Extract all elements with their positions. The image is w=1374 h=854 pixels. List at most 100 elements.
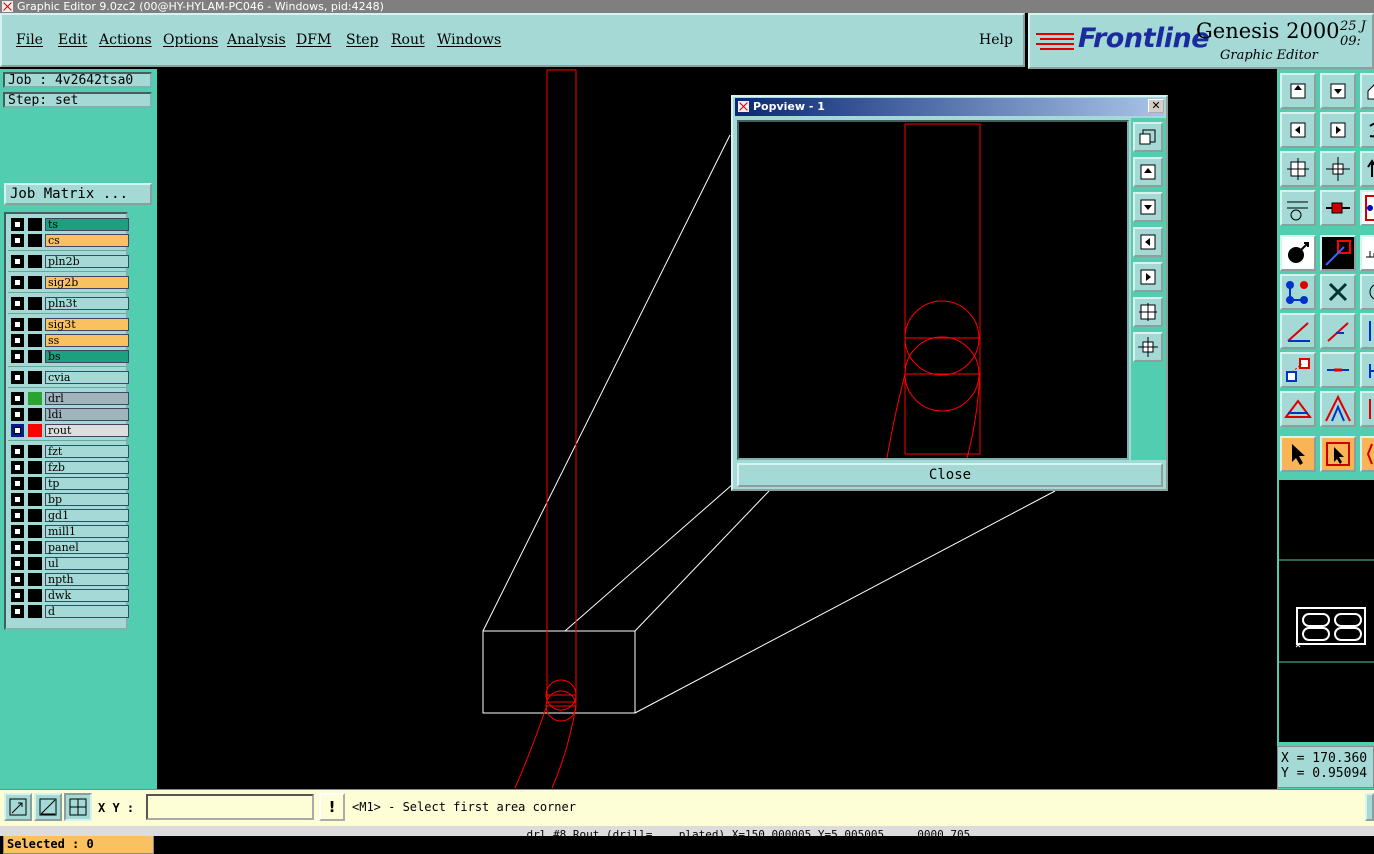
layer-checkbox[interactable]: [11, 392, 24, 405]
layer-row-fzt[interactable]: fzt: [10, 445, 129, 458]
layer-checkbox[interactable]: [11, 408, 24, 421]
pan-left-icon[interactable]: [1280, 112, 1316, 148]
connect-nodes-icon[interactable]: [1280, 274, 1316, 310]
layer-name[interactable]: fzb: [45, 461, 129, 474]
layer-name[interactable]: sig2b: [45, 276, 129, 289]
layer-color-swatch[interactable]: [28, 318, 42, 331]
job-matrix-button[interactable]: Job Matrix ...: [4, 183, 152, 205]
layer-color-swatch[interactable]: [28, 541, 42, 554]
layer-checkbox[interactable]: [11, 424, 24, 437]
menu-dfm[interactable]: DFM: [296, 32, 331, 48]
layer-checkbox[interactable]: [11, 445, 24, 458]
align-icon[interactable]: [1360, 352, 1374, 388]
layer-row-fzb[interactable]: fzb: [10, 461, 129, 474]
layer-name[interactable]: bs: [45, 350, 129, 363]
menu-edit[interactable]: Edit: [58, 32, 87, 48]
zoom-out-icon[interactable]: [1320, 151, 1356, 187]
layer-checkbox[interactable]: [11, 605, 24, 618]
layer-name[interactable]: sig3t: [45, 318, 129, 331]
layer-name[interactable]: mill1: [45, 525, 129, 538]
layer-row-drl[interactable]: drl: [10, 392, 129, 405]
popview-pan-down-icon[interactable]: [1133, 192, 1163, 222]
overview-preview[interactable]: [1279, 480, 1374, 742]
layer-row-bs[interactable]: bs: [10, 350, 129, 363]
angle-mode-icon[interactable]: [34, 793, 62, 821]
layer-name[interactable]: npth: [45, 573, 129, 586]
layer-name[interactable]: tp: [45, 477, 129, 490]
layer-checkbox[interactable]: [11, 525, 24, 538]
layer-name[interactable]: dwk: [45, 589, 129, 602]
warning-button[interactable]: !: [319, 793, 345, 821]
popview-zoom-home-icon[interactable]: [1133, 122, 1163, 152]
layer-row-ldi[interactable]: ldi: [10, 408, 129, 421]
pad-tool-icon[interactable]: [1320, 190, 1356, 226]
grid-mode-icon[interactable]: [64, 793, 92, 821]
layer-name[interactable]: cvia: [45, 371, 129, 384]
layer-checkbox[interactable]: [11, 297, 24, 310]
layer-row-sig2b[interactable]: sig2b: [10, 276, 129, 289]
layer-row-pln2b[interactable]: pln2b: [10, 255, 129, 268]
layer-color-swatch[interactable]: [28, 477, 42, 490]
layer-row-ss[interactable]: ss: [10, 334, 129, 347]
layer-name[interactable]: ul: [45, 557, 129, 570]
menu-windows[interactable]: Windows: [437, 32, 501, 48]
layer-name[interactable]: pln3t: [45, 297, 129, 310]
select-polygon-icon[interactable]: [1360, 436, 1374, 472]
menu-options[interactable]: Options: [163, 32, 218, 48]
layer-row-tp[interactable]: tp: [10, 477, 129, 490]
layer-checkbox[interactable]: [11, 318, 24, 331]
layer-checkbox[interactable]: [11, 509, 24, 522]
layer-checkbox[interactable]: [11, 371, 24, 384]
layer-name[interactable]: panel: [45, 541, 129, 554]
pan-down-icon[interactable]: [1320, 73, 1356, 109]
snap-icon[interactable]: [1360, 190, 1374, 226]
layer-checkbox[interactable]: [11, 334, 24, 347]
popview-zoom-in-icon[interactable]: [1133, 297, 1163, 327]
layer-checkbox[interactable]: [11, 255, 24, 268]
layer-row-cs[interactable]: cs: [10, 234, 129, 247]
layer-color-swatch[interactable]: [28, 350, 42, 363]
layer-checkbox[interactable]: [11, 477, 24, 490]
popview-pan-up-icon[interactable]: [1133, 157, 1163, 187]
layer-row-d[interactable]: d: [10, 605, 129, 618]
menu-rout[interactable]: Rout: [391, 32, 425, 48]
status-right-button[interactable]: [1365, 793, 1374, 821]
menu-file[interactable]: File: [16, 32, 43, 48]
cross-delete-icon[interactable]: [1320, 274, 1356, 310]
triangle-tool-icon[interactable]: [1280, 391, 1316, 427]
layer-name[interactable]: d: [45, 605, 129, 618]
layer-checkbox[interactable]: [11, 573, 24, 586]
layer-name[interactable]: ss: [45, 334, 129, 347]
layer-checkbox[interactable]: [11, 493, 24, 506]
layer-row-dwk[interactable]: dwk: [10, 589, 129, 602]
layer-color-swatch[interactable]: [28, 334, 42, 347]
undo-view-icon[interactable]: [1360, 112, 1374, 148]
layer-name[interactable]: ts: [45, 218, 129, 231]
polygon-tool-icon[interactable]: [1360, 391, 1374, 427]
layer-color-swatch[interactable]: [28, 445, 42, 458]
popview-pan-left-icon[interactable]: [1133, 227, 1163, 257]
move-pad-icon[interactable]: [1280, 352, 1316, 388]
menu-analysis[interactable]: Analysis: [227, 32, 286, 48]
snap-mode-icon[interactable]: [4, 793, 32, 821]
layer-row-bp[interactable]: bp: [10, 493, 129, 506]
layer-color-swatch[interactable]: [28, 605, 42, 618]
popview-pan-right-icon[interactable]: [1133, 262, 1163, 292]
popview-close-icon[interactable]: ✕: [1148, 99, 1164, 113]
layer-row-gd1[interactable]: gd1: [10, 509, 129, 522]
layer-checkbox[interactable]: [11, 276, 24, 289]
layer-color-swatch[interactable]: [28, 392, 42, 405]
layer-row-ts[interactable]: ts: [10, 218, 129, 231]
layer-color-swatch[interactable]: [28, 509, 42, 522]
layer-color-swatch[interactable]: [28, 525, 42, 538]
layer-name[interactable]: ldi: [45, 408, 129, 421]
select-box-icon[interactable]: [1320, 436, 1356, 472]
draw-line-icon[interactable]: [1320, 235, 1356, 271]
layer-color-swatch[interactable]: [28, 589, 42, 602]
layer-row-cvia[interactable]: cvia: [10, 371, 129, 384]
popview-close-button[interactable]: Close: [737, 463, 1163, 487]
layer-color-swatch[interactable]: [28, 234, 42, 247]
layer-color-swatch[interactable]: [28, 408, 42, 421]
arrow-up-icon[interactable]: [1360, 151, 1374, 187]
layer-row-mill1[interactable]: mill1: [10, 525, 129, 538]
